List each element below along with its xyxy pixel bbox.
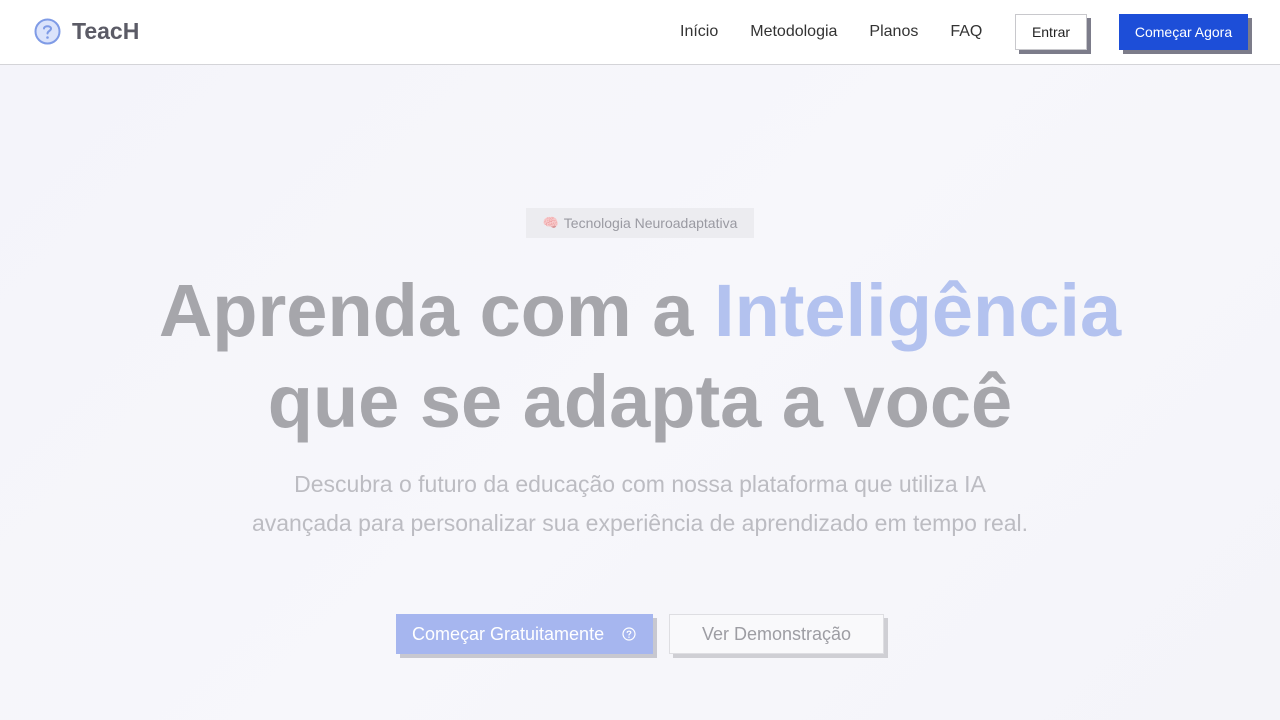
hero-title: Aprenda com a Inteligência que se adapta… (0, 265, 1280, 447)
hero-title-part1: Aprenda com a (158, 269, 715, 352)
hero-title-part2: que se adapta a você (267, 360, 1013, 443)
nav-link-metodologia[interactable]: Metodologia (750, 23, 837, 41)
hero-badge-label: Tecnologia Neuroadaptativa (563, 215, 738, 231)
brain-icon: 🧠 (542, 215, 559, 230)
question-circle-icon (622, 627, 636, 641)
view-demo-button[interactable]: Ver Demonstração (669, 614, 884, 654)
hero-badge: 🧠 Tecnologia Neuroadaptativa (526, 208, 754, 238)
question-circle-icon (34, 18, 61, 45)
login-button[interactable]: Entrar (1015, 14, 1087, 50)
brand-logo[interactable]: TeacH (34, 18, 139, 45)
hero-section: 🧠 Tecnologia Neuroadaptativa Aprenda com… (0, 65, 1280, 720)
nav-link-faq[interactable]: FAQ (950, 23, 982, 41)
hero-subtitle: Descubra o futuro da educação com nossa … (251, 471, 1029, 536)
start-now-button[interactable]: Começar Agora (1119, 14, 1248, 50)
nav-link-planos[interactable]: Planos (869, 23, 918, 41)
start-free-button[interactable]: Começar Gratuitamente (396, 614, 653, 654)
main-nav: Início Metodologia Planos FAQ (680, 0, 1014, 64)
brand-name: TeacH (72, 18, 140, 44)
start-free-label: Começar Gratuitamente (412, 623, 605, 644)
hero-title-highlight: Inteligência (714, 269, 1122, 352)
top-navbar: TeacH Início Metodologia Planos FAQ Entr… (0, 0, 1280, 65)
nav-link-inicio[interactable]: Início (680, 23, 718, 41)
